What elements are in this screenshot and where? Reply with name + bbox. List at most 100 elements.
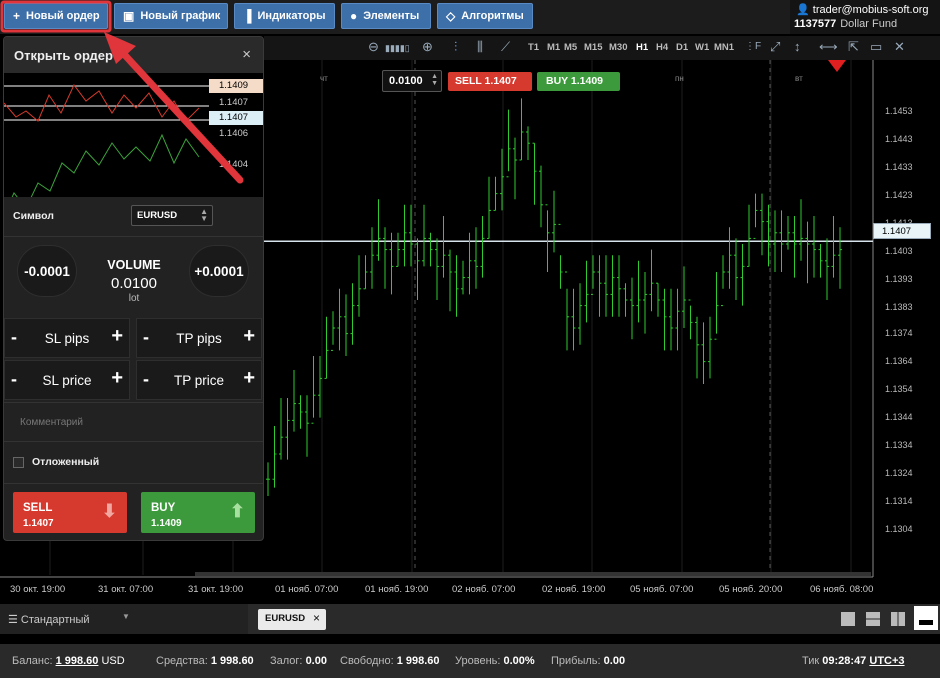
- timeframe-w1[interactable]: W1: [695, 42, 709, 53]
- algorithms-button[interactable]: ◇ Алгоритмы: [437, 3, 533, 29]
- sell-button[interactable]: SELL 1.1407 ⬇: [13, 492, 127, 533]
- equity-label: Средства:: [156, 655, 208, 667]
- timeframe-m15[interactable]: M15: [584, 42, 602, 53]
- candle-chart-icon[interactable]: ⫼: [477, 40, 483, 54]
- menu-icon: ☰: [8, 614, 21, 626]
- layout-columns-icon[interactable]: [891, 612, 905, 626]
- time-tick: 06 нояб. 08:00: [810, 584, 874, 595]
- ohlc-bar: [415, 238, 420, 300]
- timeframe-h1[interactable]: H1: [636, 42, 648, 53]
- indicators-button[interactable]: ▐ Индикаторы: [234, 3, 335, 29]
- popout-icon[interactable]: ⇱: [848, 40, 859, 54]
- timeframe-h4[interactable]: H4: [656, 42, 668, 53]
- spin-icon[interactable]: ▲ ▼: [431, 73, 438, 87]
- quick-sell-button[interactable]: SELL 1.1407: [448, 72, 532, 91]
- sl-price-plus-button[interactable]: +: [111, 367, 123, 390]
- order-panel: Открыть ордер × 1.1409 1.1407 1.1407 1.1…: [3, 36, 264, 541]
- layout-rows-icon[interactable]: [914, 606, 938, 630]
- ohlc-bar: [617, 255, 621, 317]
- new-chart-button[interactable]: ▣ Новый график: [114, 3, 228, 29]
- timeframe-m1[interactable]: M1: [547, 42, 560, 53]
- expand-icon[interactable]: ⤢: [770, 40, 780, 54]
- tab-label: EURUSD: [265, 613, 306, 624]
- tp-pips-plus-button[interactable]: +: [243, 325, 255, 348]
- ohlc-bar: [584, 260, 589, 323]
- quick-buy-button[interactable]: BUY 1.1409: [537, 72, 620, 91]
- mini-bid-price: 1.1407: [209, 111, 263, 125]
- close-chart-icon[interactable]: ✕: [894, 40, 905, 54]
- ohlc-bar: [604, 255, 608, 317]
- symbol-select[interactable]: EURUSD ▲ ▼: [131, 205, 213, 226]
- tp-price-plus-button[interactable]: +: [243, 367, 255, 390]
- volume-increase-button[interactable]: +0.0001: [189, 245, 249, 297]
- alert-marker-icon[interactable]: [828, 60, 846, 72]
- ohlc-bar: [480, 216, 485, 278]
- indicator-f-icon[interactable]: ⋮F: [745, 40, 761, 54]
- timeframe-mn1[interactable]: MN1: [714, 42, 734, 53]
- margin-level: Уровень: 0.00%: [455, 655, 535, 667]
- margin: Залог: 0.00: [270, 655, 327, 667]
- ohlc-bar: [337, 288, 342, 351]
- time-tick: 05 нояб. 07:00: [630, 584, 694, 595]
- timezone-select[interactable]: UTC+3: [869, 655, 904, 667]
- restore-icon[interactable]: ▭: [870, 40, 882, 54]
- symbol-row: Символ EURUSD ▲ ▼: [4, 197, 263, 237]
- ohlc-bar: [545, 204, 550, 272]
- tp-price-stepper[interactable]: - TP price +: [136, 360, 262, 400]
- price-tick: 1.1364: [885, 355, 913, 366]
- indicators-icon: ▐: [243, 9, 252, 23]
- zoom-in-icon[interactable]: ⊕: [422, 40, 433, 54]
- tab-close-icon[interactable]: ×: [313, 611, 320, 625]
- free-label: Свободно:: [340, 655, 394, 667]
- time-tick: 01 нояб. 07:00: [275, 584, 339, 595]
- buy-button[interactable]: BUY 1.1409 ⬆: [141, 492, 255, 533]
- bar-chart-icon[interactable]: ⫶: [454, 40, 457, 54]
- timeframe-m30[interactable]: M30: [609, 42, 627, 53]
- ohlc-bar: [597, 255, 602, 317]
- volume-value[interactable]: 0.0100: [94, 275, 174, 292]
- elements-button[interactable]: ● Элементы: [341, 3, 431, 29]
- sl-pips-plus-button[interactable]: +: [111, 325, 123, 348]
- ohlc-bar: [363, 255, 368, 290]
- time-tick: 31 окт. 19:00: [188, 584, 244, 595]
- template-select[interactable]: ☰ Стандартный ▼: [0, 604, 248, 634]
- ohlc-bar: [428, 232, 433, 267]
- timeframe-d1[interactable]: D1: [676, 42, 688, 53]
- account-info[interactable]: 👤 trader@mobius-soft.org 1137577 Dollar F…: [790, 0, 940, 34]
- volume-decrease-button[interactable]: -0.0001: [17, 245, 77, 297]
- ohlc-bar: [487, 176, 491, 239]
- autoscale-icon[interactable]: ↕: [794, 40, 801, 54]
- ohlc-bar: [695, 316, 699, 379]
- arrow-up-icon: ⬆: [229, 501, 245, 521]
- ohlc-bar: [727, 227, 732, 289]
- timeframe-m5[interactable]: M5: [564, 42, 577, 53]
- range-icon[interactable]: ⟷: [819, 40, 838, 54]
- zoom-slider[interactable]: ▮▮▮▮▯: [385, 41, 410, 55]
- tp-pips-stepper[interactable]: - TP pips +: [136, 318, 262, 358]
- close-icon[interactable]: ×: [242, 46, 251, 63]
- timeframe-t1[interactable]: T1: [528, 42, 539, 53]
- ohlc-bar: [636, 260, 641, 323]
- symbol-label: Символ: [13, 210, 54, 222]
- ohlc-bar: [812, 216, 816, 278]
- new-order-button[interactable]: + Новый ордер: [4, 3, 108, 29]
- ohlc-bar: [344, 294, 348, 356]
- layout-single-icon[interactable]: [841, 612, 855, 626]
- comment-input[interactable]: Комментарий: [4, 402, 263, 442]
- level-value: 0.00%: [503, 655, 535, 667]
- sl-pips-stepper[interactable]: - SL pips +: [4, 318, 130, 358]
- quote-lot-input[interactable]: 0.0100 ▲ ▼: [382, 70, 442, 92]
- account-number: 1137577: [794, 18, 837, 30]
- account-fund: Dollar Fund: [840, 18, 898, 30]
- pending-checkbox[interactable]: [13, 457, 24, 468]
- layout-grid-icon[interactable]: [866, 612, 880, 626]
- order-panel-title: Открыть ордер: [14, 48, 113, 63]
- price-tick: 1.1304: [885, 523, 913, 534]
- equity-value: 1 998.60: [210, 655, 254, 667]
- chart-toolbar: ⊖ ▮▮▮▮▯ ⊕ ⫶ ⫼ ⟋ T1 M1 M5 M15 M30 H1 H4 D1 W1 MN1 …: [264, 36, 940, 60]
- line-chart-icon[interactable]: ⟋: [501, 40, 510, 54]
- sl-price-stepper[interactable]: - SL price +: [4, 360, 130, 400]
- tab-eurusd[interactable]: EURUSD ×: [258, 609, 326, 630]
- zoom-out-icon[interactable]: ⊖: [368, 40, 379, 54]
- price-tick: 1.1433: [885, 162, 913, 173]
